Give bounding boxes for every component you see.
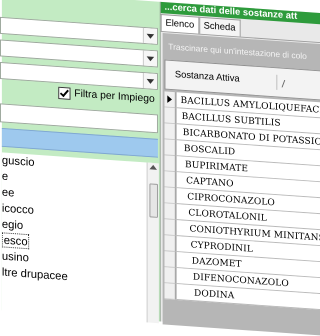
row-indicator[interactable] — [165, 107, 176, 124]
crop-list-scrollbar[interactable] — [147, 163, 159, 324]
row-indicator[interactable] — [165, 203, 176, 220]
row-indicator[interactable] — [165, 91, 176, 108]
group-by-hint: Trascinare qui un'intestazione di colo — [168, 42, 307, 61]
chevron-down-icon — [147, 56, 155, 61]
current-row-arrow-icon — [167, 95, 172, 103]
row-indicator[interactable] — [165, 219, 176, 236]
list-item-label: icocco — [2, 201, 34, 216]
substances-panel: ...cerca dati delle sostanze att Elenco … — [161, 2, 320, 333]
row-indicator[interactable] — [165, 123, 176, 140]
list-item-label: usino — [2, 249, 29, 264]
crop-list: guscioeeeicoccoegioescousinoltre drupace… — [2, 152, 152, 322]
list-item-label: ltre drupacee — [2, 265, 68, 283]
row-indicator[interactable] — [165, 139, 176, 156]
row-indicator[interactable] — [165, 251, 176, 268]
row-indicator[interactable] — [165, 235, 176, 252]
combo-dropdown-button[interactable] — [143, 28, 157, 44]
list-item-label: e — [2, 169, 8, 183]
combo-dropdown-button[interactable] — [143, 50, 157, 66]
row-indicator[interactable] — [165, 267, 176, 284]
row-indicator[interactable] — [165, 171, 176, 188]
combo-dropdown-button[interactable] — [143, 73, 157, 89]
grid-rows: BACILLUS AMYLOLIQUEFACIENSBACILLUS SUBTI… — [165, 91, 320, 310]
row-indicator[interactable] — [165, 155, 176, 172]
column-filter-icon[interactable] — [276, 75, 286, 91]
list-item-label: esco — [2, 232, 30, 249]
substances-grid: Trascinare qui un'intestazione di colo S… — [163, 33, 320, 336]
scrollbar-thumb[interactable] — [149, 183, 157, 217]
row-indicator[interactable] — [165, 187, 176, 204]
chevron-down-icon — [147, 78, 155, 83]
list-item-label: guscio — [2, 153, 35, 168]
chevron-down-icon — [147, 33, 155, 38]
row-indicator[interactable] — [165, 283, 176, 300]
list-item-label: ee — [2, 185, 15, 199]
scroll-up-arrow-icon[interactable] — [149, 165, 157, 170]
filter-panel: Filtra per Impiego guscioeeeicoccoegioes… — [2, 0, 161, 321]
filter-by-use-label: Filtra per Impiego — [74, 88, 154, 105]
filter-by-use-checkbox[interactable] — [58, 86, 70, 99]
column-header-label: Sostanza Attiva — [175, 70, 240, 85]
list-item-label: egio — [2, 217, 23, 232]
